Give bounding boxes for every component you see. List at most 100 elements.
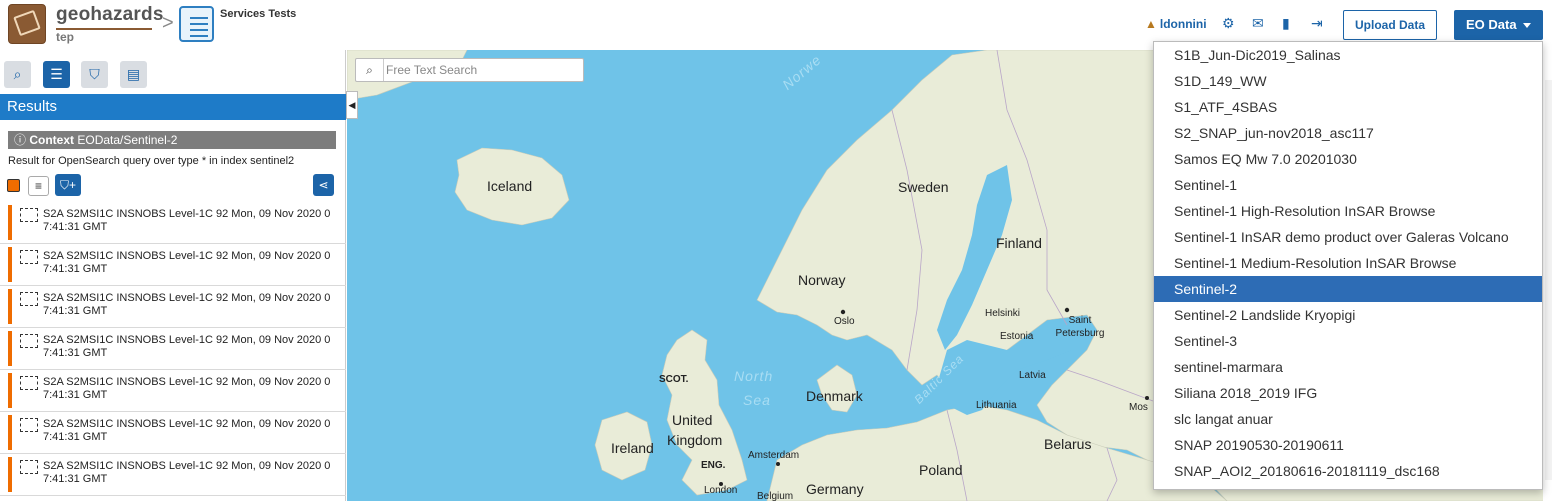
search-tab-icon[interactable]: ⌕ [4,61,31,88]
amsterdam-label: Amsterdam [748,450,800,461]
selection-marker [8,373,12,408]
result-title: S2A S2MSI1C INSNOBS Level-1C 92 Mon, 09 … [43,250,331,275]
add-to-basket-icon[interactable]: ⛉+ [55,174,81,196]
caret-down-icon [1522,23,1531,29]
estonia-label: Estonia [1000,331,1034,342]
gear-icon[interactable]: ⚙ [1222,15,1235,32]
dropdown-item[interactable]: Sentinel-3 [1154,328,1542,354]
saint-petersburg-label: Saint Petersburg [1055,315,1105,339]
dropdown-item[interactable]: Sentinel-1 High-Resolution InSAR Browse [1154,198,1542,224]
selection-marker [8,415,12,450]
list-item[interactable]: S2A S2MSI1C INSNOBS Level-1C 92 Mon, 09 … [0,202,346,244]
london-label: London [704,485,738,496]
dropdown-item[interactable]: S1_ATF_4SBAS [1154,94,1542,120]
footprint-icon [20,334,38,348]
left-panel: ⌕ ☰ ⛉ ▤ Results ⓘ Context EOData/Sentine… [0,50,346,501]
right-side-panel-edge [1545,80,1552,480]
dropdown-item[interactable]: S1B_Jun-Dic2019_Salinas [1154,42,1542,68]
list-item[interactable]: S2A S2MSI1C INSNOBS Level-1C 92 Mon, 09 … [0,286,346,328]
info-icon: ⓘ [14,133,30,147]
results-list: S2A S2MSI1C INSNOBS Level-1C 92 Mon, 09 … [0,202,346,496]
services-checklist-icon[interactable] [179,6,214,42]
list-item[interactable]: S2A S2MSI1C INSNOBS Level-1C 92 Mon, 09 … [0,412,346,454]
united-kingdom-label-line1: United [672,412,713,428]
list-item[interactable]: S2A S2MSI1C INSNOBS Level-1C 92 Mon, 09 … [0,244,346,286]
united-kingdom-label-line2: Kingdom [667,432,723,448]
archive-tab-icon[interactable]: ▤ [120,61,147,88]
result-title: S2A S2MSI1C INSNOBS Level-1C 92 Mon, 09 … [43,418,331,443]
ireland-label: Ireland [611,440,654,456]
footprint-icon [20,376,38,390]
results-header: Results [0,94,346,120]
user-menu[interactable]: ▲ ldonnini [1145,17,1207,31]
eo-data-label: EO Data [1466,17,1517,32]
dropdown-item[interactable]: sentinel-marmara [1154,354,1542,380]
helsinki-label: Helsinki [985,308,1021,319]
belarus-label: Belarus [1044,436,1092,452]
dropdown-item[interactable]: Samos EQ Mw 7.0 20201030 [1154,146,1542,172]
sign-out-icon[interactable]: ⇥ [1311,15,1323,32]
context-label: Context [29,133,75,147]
dropdown-item[interactable]: Siliana 2018_2019 IFG [1154,380,1542,406]
upload-data-button[interactable]: Upload Data [1343,10,1437,40]
belgium-label: Belgium [757,491,794,501]
dropdown-item[interactable]: Sentinel-1 [1154,172,1542,198]
selection-marker [8,331,12,366]
dropdown-item[interactable]: slc langat anuar [1154,406,1542,432]
dropdown-item[interactable]: Sentinel-1 InSAR demo product over Galer… [1154,224,1542,250]
logo-subtitle: tep [56,30,74,44]
denmark-label: Denmark [806,388,863,404]
iceland-label: Iceland [487,178,533,194]
list-item[interactable]: S2A S2MSI1C INSNOBS Level-1C 92 Mon, 09 … [0,370,346,412]
geohazards-logo-icon[interactable] [8,4,46,44]
dropdown-item[interactable]: SNAP_AOI2_20180616-20181119_dsc168 [1154,458,1542,484]
footprint-icon [20,418,38,432]
app-root: geohazards tep > Services Tests ▲ ldonnin… [0,0,1552,501]
basket-tab-icon[interactable]: ⛉ [81,61,108,88]
finland-label: Finland [996,235,1042,251]
breadcrumb-separator-icon: > [162,12,174,34]
norway-label: Norway [798,272,846,288]
result-title: S2A S2MSI1C INSNOBS Level-1C 92 Mon, 09 … [43,208,331,233]
moscow-label: Mos [1129,402,1148,413]
envelope-icon[interactable]: ✉ [1252,15,1264,32]
result-title: S2A S2MSI1C INSNOBS Level-1C 92 Mon, 09 … [43,376,331,401]
england-label: ENG. [701,460,726,471]
book-icon[interactable]: ▮ [1282,15,1290,32]
dropdown-item[interactable]: Sentinel-2 Landslide Kryopigi [1154,302,1542,328]
collapse-panel-icon[interactable]: ◀ [346,91,358,119]
list-view-icon[interactable]: ≡ [28,176,49,196]
list-item[interactable]: S2A S2MSI1C INSNOBS Level-1C 92 Mon, 09 … [0,454,346,496]
select-all-checkbox[interactable] [7,179,20,192]
selection-marker [8,289,12,324]
dropdown-item[interactable]: SNAP 20190530-20190611 [1154,432,1542,458]
eo-data-dropdown-menu: S1B_Jun-Dic2019_Salinas S1D_149_WW S1_AT… [1153,41,1543,490]
scotland-label: SCOT. [659,374,689,385]
eo-data-dropdown-button[interactable]: EO Data [1454,10,1543,40]
query-description: Result for OpenSearch query over type * … [8,155,295,167]
footprint-icon [20,292,38,306]
result-title: S2A S2MSI1C INSNOBS Level-1C 92 Mon, 09 … [43,334,331,359]
dropdown-item[interactable]: Sentinel-1 Medium-Resolution InSAR Brows… [1154,250,1542,276]
sweden-label: Sweden [898,179,949,195]
footprint-icon [20,460,38,474]
list-item[interactable]: S2A S2MSI1C INSNOBS Level-1C 92 Mon, 09 … [0,328,346,370]
search-input[interactable] [386,61,578,79]
username-label: ldonnini [1159,17,1207,31]
share-icon[interactable]: ⋖ [313,174,334,196]
context-bar: ⓘ Context EOData/Sentinel-2 [8,131,336,149]
search-icon[interactable]: ⌕ [356,59,384,81]
logo-title[interactable]: geohazards [56,4,164,26]
latvia-label: Latvia [1019,370,1046,381]
free-text-search[interactable]: ⌕ [355,58,584,82]
dropdown-item[interactable]: S1D_149_WW [1154,68,1542,94]
warning-icon: ▲ [1145,17,1157,31]
list-tab-icon[interactable]: ☰ [43,61,70,88]
dropdown-item-selected[interactable]: Sentinel-2 [1154,276,1542,302]
context-value: EOData/Sentinel-2 [77,133,178,147]
breadcrumb-services-tests[interactable]: Services Tests [220,8,296,20]
footprint-icon [20,208,38,222]
north-sea-label-line1: North [734,368,774,384]
dropdown-item[interactable]: S2_SNAP_jun-nov2018_asc117 [1154,120,1542,146]
selection-marker [8,457,12,492]
